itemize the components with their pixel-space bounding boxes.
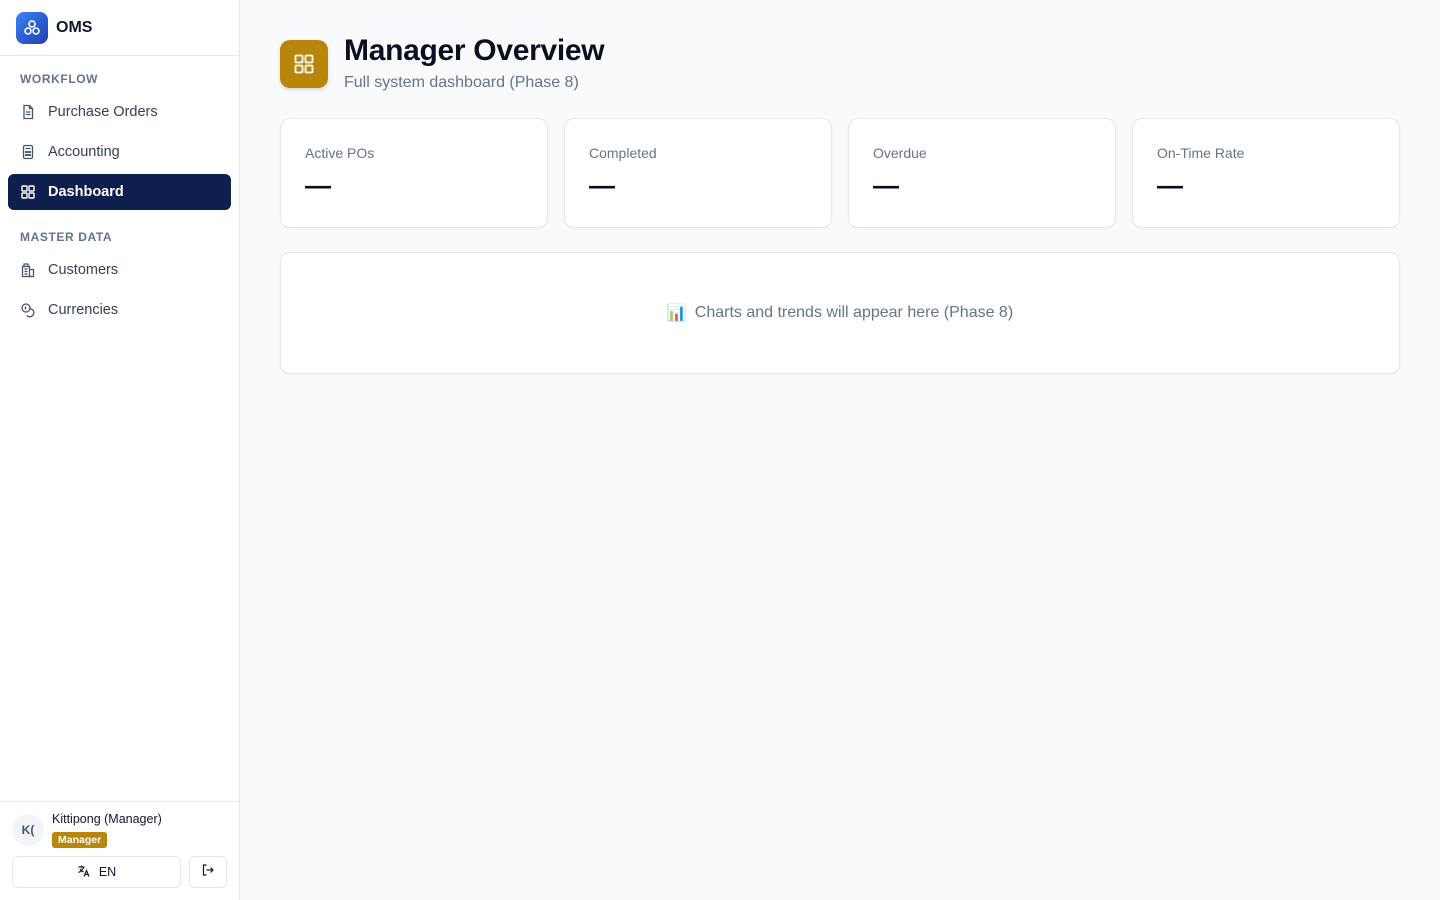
page-title: Manager Overview (344, 34, 605, 67)
sidebar-item-accounting[interactable]: Accounting (8, 134, 231, 170)
stat-value: — (1157, 170, 1183, 200)
building-icon (20, 262, 36, 278)
stat-label: On-Time Rate (1157, 145, 1245, 161)
brand[interactable]: OMS (0, 0, 239, 56)
coins-icon (20, 302, 36, 318)
stat-value: — (873, 170, 899, 200)
main-content: Manager Overview Full system dashboard (… (240, 0, 1440, 900)
language-label: EN (98, 865, 117, 879)
brand-name: OMS (56, 18, 93, 36)
logout-icon (201, 863, 215, 882)
stat-card-completed: Completed — (564, 118, 832, 228)
chart-placeholder-text: Charts and trends will appear here (Phas… (694, 304, 1014, 321)
language-button[interactable]: EN (12, 856, 181, 888)
translate-icon (77, 864, 91, 881)
stat-label: Overdue (873, 145, 927, 161)
sidebar-item-label: Purchase Orders (48, 104, 158, 120)
sidebar-item-label: Customers (48, 262, 119, 278)
sidebar-item-dashboard[interactable]: Dashboard (8, 174, 231, 210)
user-name: Kittipong (Manager) (52, 812, 162, 826)
stat-card-overdue: Overdue — (848, 118, 1116, 228)
stats-row: Active POs — Completed — Overdue — On-Ti… (280, 118, 1400, 228)
sidebar-footer: K( Kittipong (Manager) Manager EN (0, 801, 239, 900)
sidebar-item-label: Dashboard (48, 184, 124, 200)
nav-section-workflow: WORKFLOW (20, 72, 99, 86)
stat-card-on-time-rate: On-Time Rate — (1132, 118, 1400, 228)
sidebar-item-label: Accounting (48, 144, 120, 160)
stat-value: — (589, 170, 615, 200)
stat-label: Completed (589, 145, 657, 161)
dashboard-icon (280, 40, 328, 88)
user-info: K( Kittipong (Manager) Manager (12, 812, 227, 848)
stat-value: — (305, 170, 331, 200)
app-root: OMS WORKFLOW Purchase Orders Accounting … (0, 0, 1440, 900)
bar-chart-icon: 📊 (666, 305, 687, 322)
logo-icon (16, 11, 48, 44)
logout-button[interactable] (189, 856, 227, 888)
role-badge: Manager (52, 832, 108, 848)
sidebar-item-currencies[interactable]: Currencies (8, 292, 231, 328)
stat-label: Active POs (305, 145, 375, 161)
sidebar: OMS WORKFLOW Purchase Orders Accounting … (0, 0, 240, 900)
nav-section-master-data: MASTER DATA (20, 230, 113, 244)
footer-actions: EN (12, 856, 227, 888)
page-header: Manager Overview Full system dashboard (… (280, 32, 1400, 92)
document-icon (20, 104, 36, 120)
avatar: K( (12, 814, 44, 846)
stat-card-active-pos: Active POs — (280, 118, 548, 228)
sidebar-nav: WORKFLOW Purchase Orders Accounting Dash… (0, 56, 239, 801)
grid-icon (20, 184, 36, 200)
sidebar-item-customers[interactable]: Customers (8, 252, 231, 288)
sidebar-item-purchase-orders[interactable]: Purchase Orders (8, 94, 231, 130)
chart-placeholder-panel: 📊 Charts and trends will appear here (Ph… (280, 252, 1400, 374)
calculator-icon (20, 144, 36, 160)
page-subtitle: Full system dashboard (Phase 8) (344, 74, 579, 91)
sidebar-item-label: Currencies (48, 302, 119, 318)
